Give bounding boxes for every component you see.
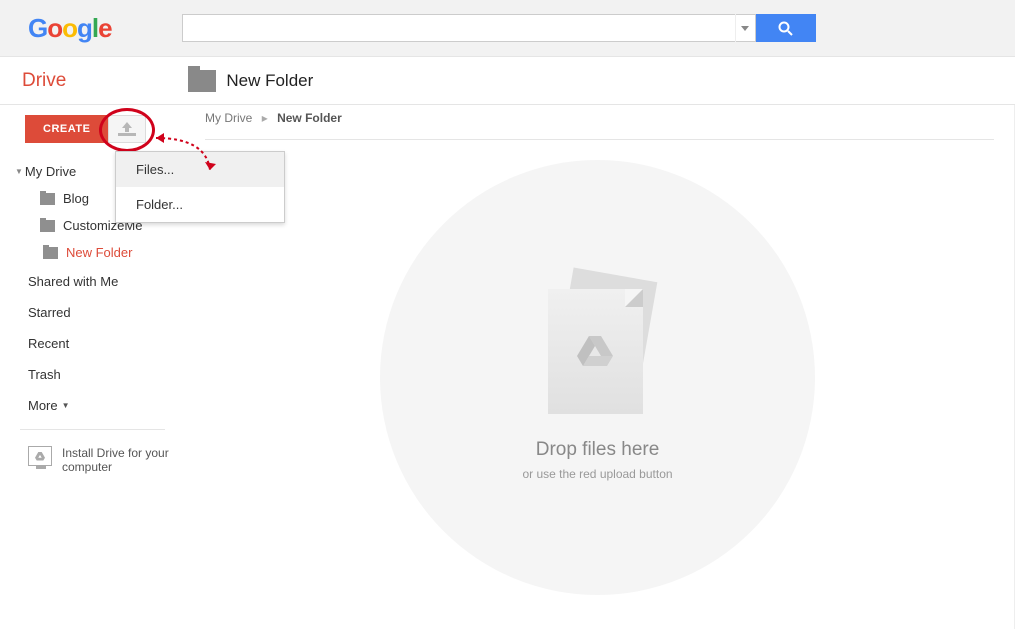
logo-letter: o: [47, 13, 62, 43]
caret-down-icon: ▼: [15, 167, 23, 176]
sidebar-folder-new-folder[interactable]: New Folder: [0, 239, 185, 266]
dropzone[interactable]: Drop files here or use the red upload bu…: [380, 160, 815, 595]
search-wrapper: [182, 14, 816, 42]
breadcrumb-root[interactable]: My Drive: [205, 111, 252, 125]
sidebar-item-recent[interactable]: Recent: [0, 328, 185, 359]
header-bar: Google: [0, 0, 1015, 57]
search-dropdown-toggle[interactable]: [735, 14, 755, 42]
my-drive-label: My Drive: [25, 164, 76, 179]
search-input[interactable]: [183, 20, 735, 36]
search-icon: [778, 21, 793, 36]
upload-button[interactable]: [108, 115, 146, 143]
folder-icon: [188, 70, 216, 92]
dropzone-title: Drop files here: [536, 439, 660, 461]
sidebar-item-trash[interactable]: Trash: [0, 359, 185, 390]
logo-letter: g: [77, 13, 92, 43]
folder-icon: [40, 220, 55, 232]
logo-letter: e: [98, 13, 111, 43]
google-logo[interactable]: Google: [28, 13, 112, 44]
monitor-icon: [28, 446, 52, 466]
chevron-down-icon: [741, 26, 749, 31]
folder-label: Blog: [63, 191, 89, 206]
upload-menu: Files... Folder...: [115, 151, 285, 223]
create-row: CREATE: [25, 115, 185, 143]
search-button[interactable]: [756, 14, 816, 42]
drive-logo-icon: [577, 336, 613, 368]
search-box: [182, 14, 756, 42]
drive-logo-icon: [35, 452, 45, 461]
folder-icon: [43, 247, 58, 259]
create-button[interactable]: CREATE: [25, 115, 108, 143]
logo-letter: G: [28, 13, 47, 43]
content-area: My Drive ▸ New Folder Drop files here or…: [185, 105, 1015, 629]
folder-label: New Folder: [66, 245, 132, 260]
title-row: Drive New Folder: [0, 57, 1015, 105]
sidebar-item-shared[interactable]: Shared with Me: [0, 266, 185, 297]
install-drive-link[interactable]: Install Drive for your computer: [0, 438, 185, 482]
upload-icon: [118, 122, 136, 136]
chevron-down-icon: ▼: [62, 401, 70, 410]
breadcrumb-current: New Folder: [277, 111, 342, 125]
more-label: More: [28, 398, 58, 413]
logo-letter: o: [62, 13, 77, 43]
dropzone-subtitle: or use the red upload button: [522, 467, 672, 481]
sidebar-item-starred[interactable]: Starred: [0, 297, 185, 328]
divider: [20, 429, 165, 430]
upload-menu-files[interactable]: Files...: [116, 152, 284, 187]
file-stack-illustration: [543, 274, 653, 419]
folder-title-wrap: New Folder: [188, 70, 313, 92]
breadcrumb-separator: ▸: [262, 111, 268, 125]
app-title[interactable]: Drive: [22, 70, 66, 92]
sidebar-item-more[interactable]: More ▼: [0, 390, 185, 421]
upload-menu-folder[interactable]: Folder...: [116, 187, 284, 222]
folder-icon: [40, 193, 55, 205]
breadcrumb: My Drive ▸ New Folder: [205, 105, 994, 140]
folder-title: New Folder: [226, 71, 313, 91]
install-label: Install Drive for your computer: [62, 446, 170, 474]
